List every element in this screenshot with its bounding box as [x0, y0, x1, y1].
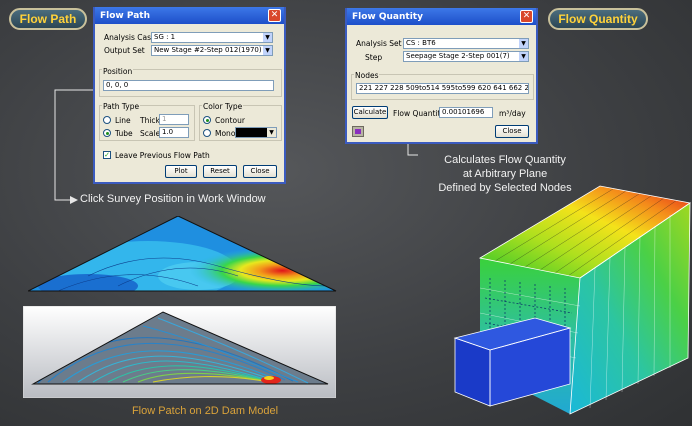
flow-path-plot: [23, 306, 336, 398]
seepage-3d-model: [453, 185, 692, 415]
flow-patch-caption: Flow Patch on 2D Dam Model: [131, 405, 279, 417]
click-survey-caption: Click Survey Position in Work Window: [80, 193, 266, 205]
dam-contour-plot: [28, 216, 337, 292]
calc-caption-line1: Calculates Flow Quantity: [444, 154, 566, 166]
